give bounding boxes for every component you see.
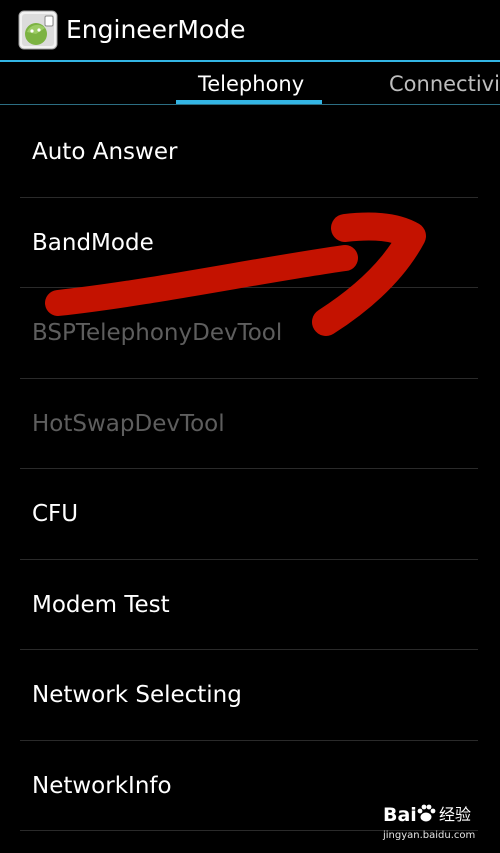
list-item-cfu[interactable]: CFU: [0, 469, 500, 560]
app-title: EngineerMode: [66, 15, 246, 44]
baidu-watermark: Bai 经验 jingyan.baidu.com: [383, 800, 495, 848]
list-item-label: BandMode: [32, 229, 154, 256]
list-item-label: Auto Answer: [32, 139, 178, 165]
action-bar: EngineerMode: [0, 0, 500, 60]
list-item-label: NetworkInfo: [32, 772, 172, 799]
list-item-label: Network Selecting: [32, 682, 242, 708]
tab-divider: [0, 104, 500, 105]
android-icon[interactable]: [18, 10, 58, 50]
settings-list: Auto Answer BandMode BSPTelephonyDevTool…: [0, 107, 500, 831]
list-item-label: Modem Test: [32, 591, 170, 618]
list-item-hotswap-dev-tool: HotSwapDevTool: [0, 379, 500, 469]
tab-telephony[interactable]: Telephony: [198, 70, 304, 98]
list-item-auto-answer[interactable]: Auto Answer: [0, 107, 500, 198]
list-item-label: HotSwapDevTool: [32, 410, 225, 437]
watermark-suffix: 经验: [439, 805, 472, 824]
watermark-url: jingyan.baidu.com: [383, 830, 476, 841]
tab-connectivity[interactable]: Connectivit: [389, 70, 500, 98]
paw-icon: [417, 804, 436, 822]
watermark-brand: Bai: [383, 804, 417, 826]
list-item-modem-test[interactable]: Modem Test: [0, 560, 500, 650]
list-item-bandmode[interactable]: BandMode: [0, 198, 500, 288]
list-item-label: BSPTelephonyDevTool: [32, 320, 283, 346]
list-item-bsp-telephony-dev-tool: BSPTelephonyDevTool: [0, 288, 500, 379]
list-item-label: CFU: [32, 501, 79, 527]
list-item-network-selecting[interactable]: Network Selecting: [0, 650, 500, 741]
